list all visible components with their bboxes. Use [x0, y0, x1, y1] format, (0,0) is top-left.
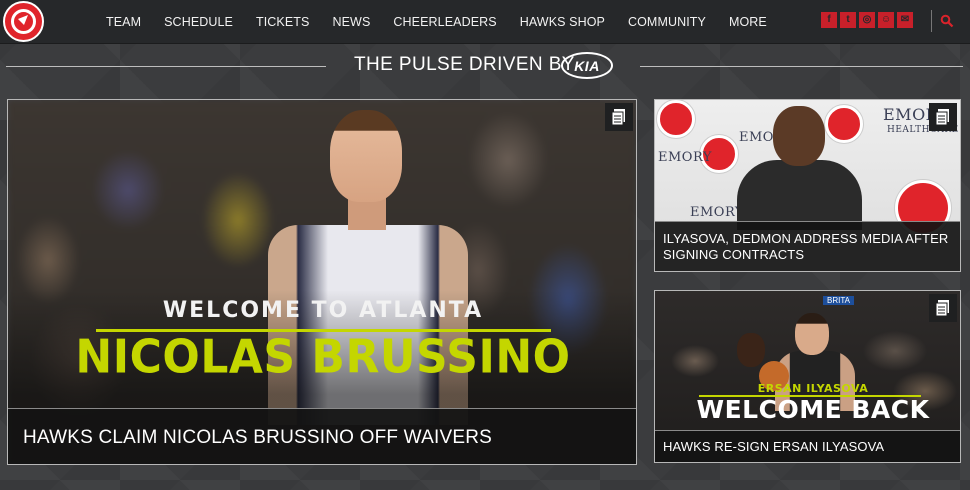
email-icon[interactable]: ✉ — [897, 12, 913, 28]
player-head — [795, 313, 829, 355]
nav-item-team[interactable]: TEAM — [106, 15, 141, 29]
search-icon[interactable] — [940, 14, 954, 28]
welcome-overlay-text: WELCOME TO ATLANTA — [162, 298, 484, 323]
social-links: f t ◎ ☺ ✉ — [821, 12, 913, 28]
speaker-head — [773, 106, 825, 166]
facebook-icon[interactable]: f — [821, 12, 837, 28]
backdrop-sponsor-text: EMORY — [658, 150, 712, 165]
player-name-overlay: NICOLAS BRUSSINO — [75, 330, 571, 385]
twitter-icon[interactable]: t — [840, 12, 856, 28]
hawks-backdrop-logo — [825, 105, 863, 143]
player-name-overlay: ERSAN ILYASOVA — [757, 382, 869, 395]
article-icon — [929, 103, 957, 131]
sponsor-name: KIA — [574, 57, 600, 74]
snapchat-icon[interactable]: ☺ — [878, 12, 894, 28]
opponent-player — [737, 333, 765, 367]
speaker-photo — [737, 160, 862, 230]
nav-item-tickets[interactable]: TICKETS — [256, 15, 309, 29]
section-header: THE PULSE DRIVEN BY KIA — [0, 48, 970, 84]
story-card-resign[interactable]: BRITA ERSAN ILYASOVA WELCOME BACK HAWKS … — [654, 290, 961, 463]
main-nav: TEAM SCHEDULE TICKETS NEWS CHEERLEADERS … — [106, 0, 790, 44]
instagram-icon[interactable]: ◎ — [859, 12, 875, 28]
section-title: THE PULSE DRIVEN BY — [354, 54, 575, 75]
nav-item-schedule[interactable]: SCHEDULE — [164, 15, 233, 29]
hawks-logo-icon[interactable] — [3, 1, 44, 42]
nav-item-news[interactable]: NEWS — [332, 15, 370, 29]
backdrop-sponsor-text: EMORY — [690, 205, 744, 220]
nav-item-more[interactable]: MORE — [729, 15, 767, 29]
nav-divider — [931, 10, 932, 32]
nav-item-hawks-shop[interactable]: HAWKS SHOP — [520, 15, 605, 29]
story-resign-headline[interactable]: HAWKS RE-SIGN ERSAN ILYASOVA — [655, 430, 960, 462]
story-card-press[interactable]: EMORY EMORY EMORY EMORY HEALTHCARE ILYAS… — [654, 99, 961, 272]
header-rule-left — [6, 66, 326, 67]
welcome-back-overlay: WELCOME BACK — [696, 395, 930, 424]
nav-item-cheerleaders[interactable]: CHEERLEADERS — [393, 15, 496, 29]
featured-story-headline[interactable]: HAWKS CLAIM NICOLAS BRUSSINO OFF WAIVERS — [8, 408, 636, 464]
nav-item-community[interactable]: COMMUNITY — [628, 15, 706, 29]
article-icon — [929, 294, 957, 322]
kia-logo[interactable]: KIA — [561, 52, 613, 79]
story-press-headline[interactable]: ILYASOVA, DEDMON ADDRESS MEDIA AFTER SIG… — [655, 221, 960, 271]
hawks-backdrop-logo — [657, 100, 695, 138]
top-navbar: TEAM SCHEDULE TICKETS NEWS CHEERLEADERS … — [0, 0, 970, 44]
article-icon — [605, 103, 633, 131]
featured-story-card[interactable]: WELCOME TO ATLANTA NICOLAS BRUSSINO HAWK… — [7, 99, 637, 465]
header-rule-right — [640, 66, 963, 67]
arena-banner: BRITA — [823, 296, 854, 305]
